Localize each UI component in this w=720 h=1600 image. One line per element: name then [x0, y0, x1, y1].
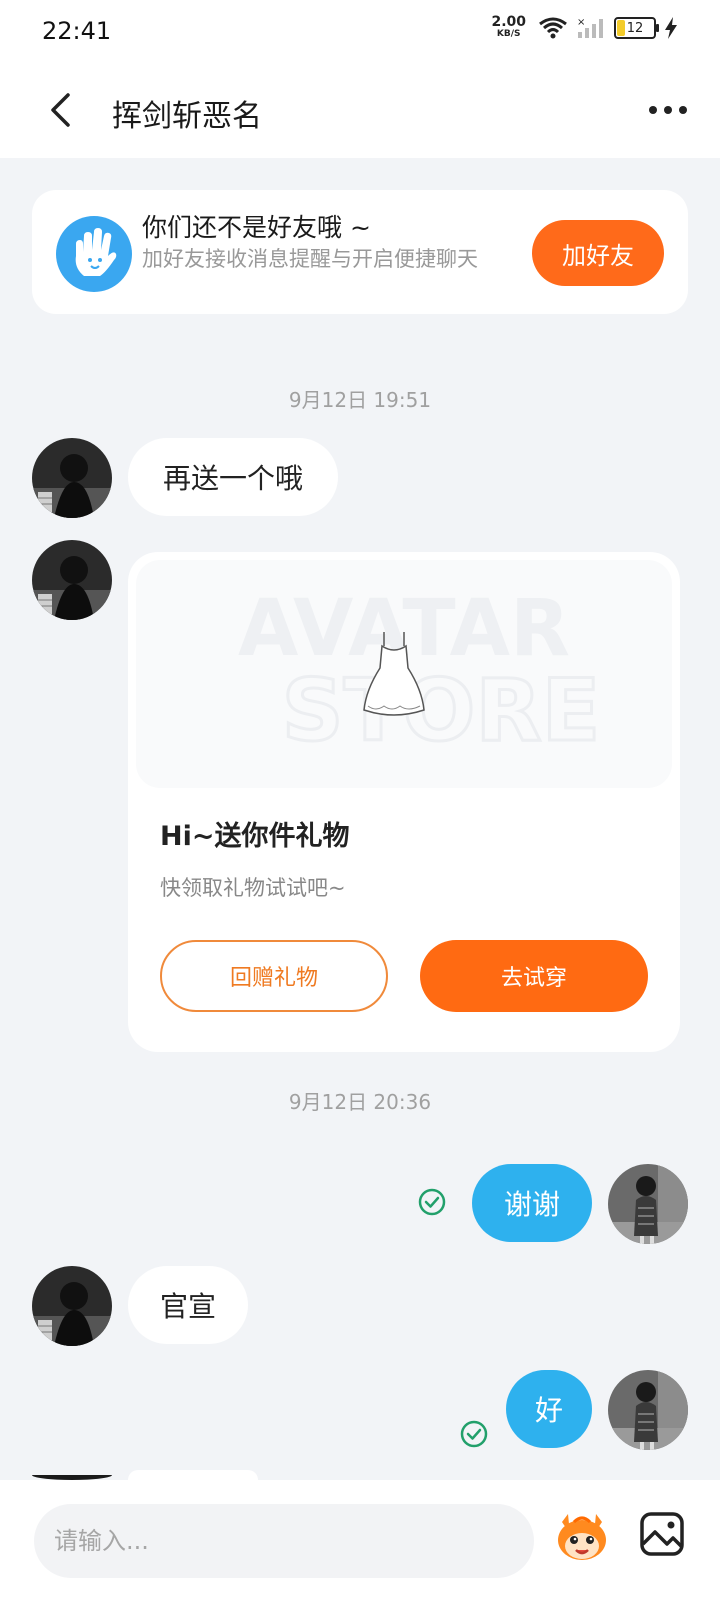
contact-avatar[interactable] [32, 438, 112, 518]
chevron-left-icon [51, 93, 70, 127]
add-friend-button[interactable]: 加好友 [532, 220, 664, 286]
image-icon [640, 1512, 684, 1556]
gift-preview-image: AVATAR STORE [136, 560, 672, 788]
chat-header: 挥剑斩恶名 [0, 64, 720, 158]
more-dots-icon [649, 106, 687, 114]
wifi-icon [539, 17, 567, 39]
sticker-mascot-button[interactable] [554, 1508, 610, 1564]
svg-text:×: × [577, 17, 585, 28]
gift-subtitle: 快领取礼物试试吧~ [160, 876, 346, 900]
friend-notice-title: 你们还不是好友哦 ~ [142, 213, 371, 242]
status-icons: 2.00 KB/S × 12 [491, 14, 678, 40]
my-avatar[interactable] [608, 1370, 688, 1450]
read-check-icon [418, 1188, 446, 1216]
message-bubble-partial [128, 1470, 258, 1480]
contact-avatar[interactable] [32, 540, 112, 620]
read-check-icon [460, 1420, 488, 1448]
contact-avatar [32, 1470, 112, 1480]
battery-icon: 12 [614, 17, 659, 39]
wave-hand-icon [56, 216, 132, 292]
my-avatar[interactable] [608, 1164, 688, 1244]
message-bubble-incoming[interactable]: 官宣 [128, 1266, 248, 1344]
status-time: 22:41 [42, 17, 112, 45]
friend-notice-subtitle: 加好友接收消息提醒与开启便捷聊天 [142, 247, 478, 271]
message-bubble-outgoing[interactable]: 谢谢 [472, 1164, 592, 1242]
return-gift-button[interactable]: 回赠礼物 [160, 940, 388, 1012]
friend-notice-card: 你们还不是好友哦 ~ 加好友接收消息提醒与开启便捷聊天 加好友 [32, 190, 688, 314]
gift-title: Hi~送你件礼物 [160, 821, 350, 852]
charging-bolt-icon [665, 17, 677, 39]
contact-avatar[interactable] [32, 1266, 112, 1346]
back-button[interactable] [36, 86, 84, 134]
cellular-signal-icon: × [577, 17, 603, 38]
input-bar [0, 1480, 720, 1600]
message-input[interactable] [34, 1504, 534, 1578]
send-image-button[interactable] [638, 1510, 686, 1558]
message-timestamp: 9月12日 20:36 [288, 1090, 432, 1114]
network-speed-unit: KB/S [496, 29, 521, 39]
try-on-button[interactable]: 去试穿 [420, 940, 648, 1012]
message-bubble-incoming[interactable]: 再送一个哦 [128, 438, 338, 516]
network-speed-value: 2.00 [491, 14, 526, 30]
mascot-icon [558, 1514, 606, 1560]
gift-card[interactable]: AVATAR STORE Hi~送你件礼物 快领取礼物试试吧~ 回赠礼物 去试穿 [128, 552, 680, 1052]
message-timestamp: 9月12日 19:51 [288, 388, 432, 412]
message-bubble-outgoing[interactable]: 好 [506, 1370, 592, 1448]
watermark-line-2: STORE [282, 661, 601, 761]
status-bar: 22:41 2.00 KB/S × 12 [0, 0, 720, 64]
more-options-button[interactable] [644, 92, 692, 128]
network-speed: 2.00 KB/S [491, 14, 526, 40]
battery-level: 12 [626, 20, 644, 36]
chat-title: 挥剑斩恶名 [112, 99, 262, 134]
